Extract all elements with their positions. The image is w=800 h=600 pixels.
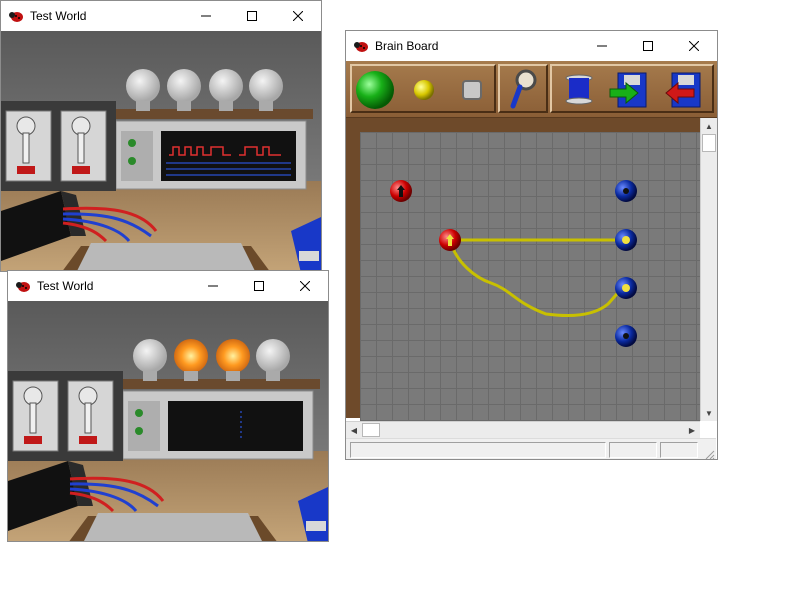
test-world-window-2: Test World — [7, 270, 329, 542]
maximize-button[interactable] — [236, 271, 282, 301]
test-world-window-1: Test World — [0, 0, 322, 272]
scroll-up-arrow-icon[interactable]: ▲ — [701, 118, 717, 134]
ladybug-app-icon — [9, 12, 23, 22]
resize-grip-icon[interactable] — [703, 448, 715, 459]
status-pane-1 — [350, 442, 606, 458]
close-icon — [293, 11, 303, 21]
lab-scene-image — [8, 301, 328, 541]
window-title: Test World — [37, 279, 94, 293]
status-bar — [346, 438, 716, 459]
close-button[interactable] — [671, 31, 717, 61]
minimize-button[interactable] — [579, 31, 625, 61]
3d-scene-view[interactable] — [1, 31, 321, 271]
window-title: Test World — [30, 9, 87, 23]
lab-scene-image — [1, 31, 321, 271]
ladybug-app-icon — [354, 42, 368, 52]
magnifier-icon[interactable] — [508, 68, 540, 110]
title-bar[interactable]: Brain Board — [346, 31, 717, 61]
blue-node-2[interactable] — [615, 229, 637, 251]
blue-spool-icon[interactable] — [564, 74, 594, 106]
red-node-2[interactable] — [439, 229, 461, 251]
close-icon — [689, 41, 699, 51]
title-bar[interactable]: Test World — [8, 271, 328, 301]
scroll-right-arrow-icon[interactable]: ▶ — [684, 422, 700, 438]
minimize-button[interactable] — [190, 271, 236, 301]
scroll-left-arrow-icon[interactable]: ◀ — [346, 422, 362, 438]
3d-scene-view[interactable] — [8, 301, 328, 541]
minimize-icon — [597, 45, 607, 47]
close-icon — [300, 281, 310, 291]
maximize-icon — [254, 281, 264, 291]
maximize-button[interactable] — [229, 1, 275, 31]
brain-board-content: ▲ ▼ ◀ ▶ — [346, 61, 717, 459]
window-title: Brain Board — [375, 39, 439, 53]
maximize-button[interactable] — [625, 31, 671, 61]
blue-node-3[interactable] — [615, 277, 637, 299]
horizontal-scrollbar[interactable]: ◀ ▶ — [346, 421, 700, 438]
vertical-scroll-thumb[interactable] — [702, 134, 716, 152]
minimize-icon — [208, 285, 218, 287]
status-pane-3 — [660, 442, 698, 458]
load-red-arrow-icon[interactable] — [662, 71, 702, 109]
close-button[interactable] — [275, 1, 321, 31]
board-circuit — [390, 180, 637, 347]
status-pane-2 — [609, 442, 657, 458]
horizontal-scroll-thumb[interactable] — [362, 423, 380, 437]
maximize-icon — [247, 11, 257, 21]
maximize-icon — [643, 41, 653, 51]
gray-square-icon[interactable] — [462, 80, 482, 100]
brain-board-window: Brain Board ▲ ▼ ◀ ▶ — [345, 30, 718, 460]
ladybug-app-icon — [16, 282, 30, 292]
vertical-scrollbar[interactable]: ▲ ▼ — [700, 118, 717, 421]
title-bar[interactable]: Test World — [1, 1, 321, 31]
save-green-arrow-icon[interactable] — [608, 71, 648, 109]
scroll-down-arrow-icon[interactable]: ▼ — [701, 405, 717, 421]
minimize-button[interactable] — [183, 1, 229, 31]
green-ball-icon[interactable] — [355, 70, 395, 110]
minimize-icon — [201, 15, 211, 17]
yellow-ball-icon[interactable] — [413, 79, 435, 101]
parts-toolbar — [346, 61, 717, 118]
brain-board-canvas[interactable] — [346, 118, 700, 422]
blue-node-1[interactable] — [615, 180, 637, 202]
red-node-1[interactable] — [390, 180, 412, 202]
blue-node-4[interactable] — [615, 325, 637, 347]
close-button[interactable] — [282, 271, 328, 301]
